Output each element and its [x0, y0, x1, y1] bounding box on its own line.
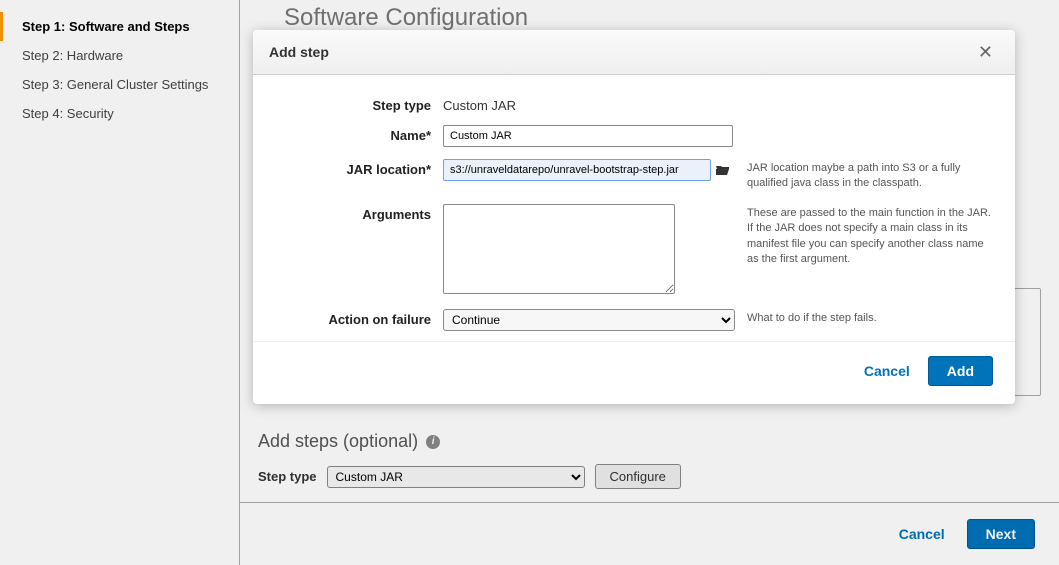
step-type-value: Custom JAR: [443, 95, 735, 113]
name-input[interactable]: [443, 125, 733, 147]
modal-title: Add step: [269, 44, 329, 60]
jar-location-input[interactable]: [443, 159, 711, 181]
action-on-failure-field-label: Action on failure: [271, 309, 431, 327]
name-field-label: Name*: [271, 125, 431, 143]
jar-location-help: JAR location maybe a path into S3 or a f…: [747, 159, 997, 192]
action-on-failure-help: What to do if the step fails.: [747, 309, 997, 326]
info-icon[interactable]: i: [426, 435, 440, 449]
modal-cancel-button[interactable]: Cancel: [856, 357, 918, 385]
modal-header: Add step ✕: [253, 30, 1015, 75]
arguments-field-label: Arguments: [271, 204, 431, 222]
modal-add-button[interactable]: Add: [928, 356, 993, 386]
step-type-select[interactable]: Custom JAR: [327, 466, 585, 488]
arguments-textarea[interactable]: [443, 204, 675, 294]
wizard-sidebar: Step 1: Software and Steps Step 2: Hardw…: [0, 0, 240, 565]
page-footer: Cancel Next: [240, 502, 1059, 565]
sidebar-step-2[interactable]: Step 2: Hardware: [0, 41, 239, 70]
page-cancel-button[interactable]: Cancel: [891, 519, 953, 549]
add-steps-section: Add steps (optional) i Step type Custom …: [240, 399, 1059, 518]
sidebar-step-1[interactable]: Step 1: Software and Steps: [0, 12, 239, 41]
page-next-button[interactable]: Next: [967, 519, 1035, 549]
sidebar-step-4[interactable]: Step 4: Security: [0, 99, 239, 128]
modal-footer: Cancel Add: [253, 341, 1015, 404]
arguments-help: These are passed to the main function in…: [747, 204, 997, 268]
configure-button[interactable]: Configure: [595, 464, 681, 489]
step-type-label: Step type: [258, 469, 317, 484]
step-type-field-label: Step type: [271, 95, 431, 113]
steps-heading: Add steps (optional): [258, 431, 418, 452]
folder-open-icon[interactable]: [715, 163, 731, 177]
close-icon[interactable]: ✕: [972, 42, 999, 62]
action-on-failure-select[interactable]: Continue: [443, 309, 735, 331]
sidebar-step-3[interactable]: Step 3: General Cluster Settings: [0, 70, 239, 99]
add-step-modal: Add step ✕ Step type Custom JAR Name* JA…: [253, 30, 1015, 404]
jar-location-field-label: JAR location*: [271, 159, 431, 177]
